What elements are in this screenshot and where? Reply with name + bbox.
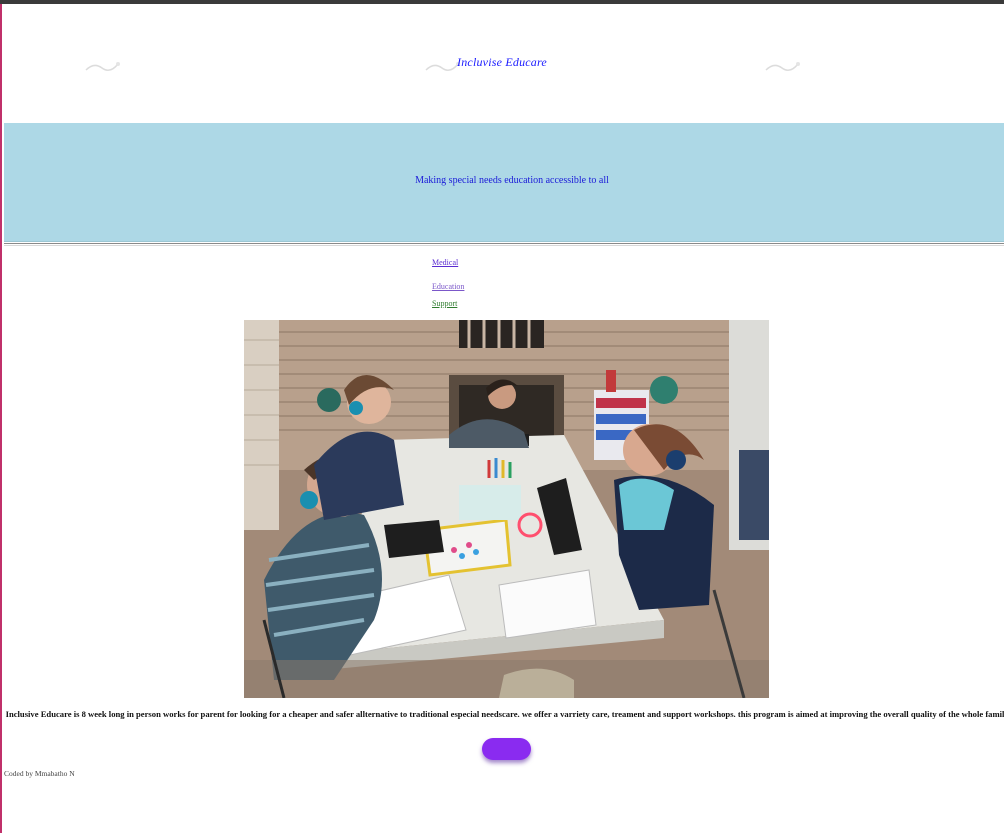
left-border	[0, 4, 2, 833]
footer-credit: Coded by Mmabatho N	[4, 769, 75, 778]
top-border	[0, 0, 1004, 4]
nav-link-medical[interactable]: Medical	[432, 258, 458, 267]
classroom-photo	[244, 320, 769, 698]
hero-banner: Making special needs education accessibl…	[4, 123, 1004, 242]
nav-link-support[interactable]: Support	[432, 299, 457, 308]
site-title: Incluvise Educare	[457, 55, 547, 69]
divider	[4, 243, 1004, 246]
program-description: Inclusive Educare is 8 week long in pers…	[5, 709, 1004, 719]
call-to-action-button[interactable]	[482, 738, 531, 760]
banner-tagline: Making special needs education accessibl…	[415, 175, 609, 186]
nav-link-education[interactable]: Education	[432, 282, 464, 291]
